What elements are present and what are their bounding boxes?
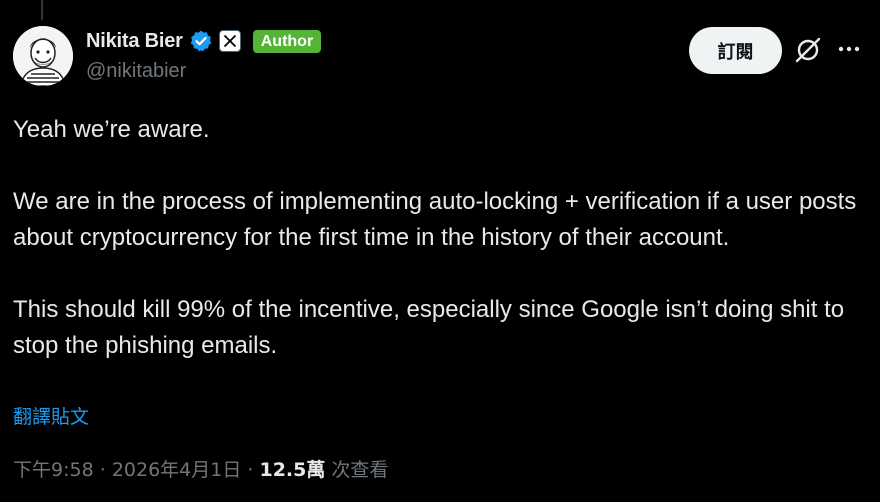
views-label: 次查看 bbox=[331, 459, 389, 481]
tweet-text: Yeah we’re aware. We are in the process … bbox=[13, 112, 863, 364]
tweet-date[interactable]: 2026年4月1日 bbox=[112, 459, 242, 481]
thread-connector-line bbox=[41, 0, 43, 20]
meta-separator: · bbox=[247, 459, 254, 481]
subscribe-button[interactable]: 訂閱 bbox=[689, 27, 782, 74]
grok-icon[interactable] bbox=[794, 36, 822, 64]
author-name-row: Nikita Bier Author bbox=[86, 28, 322, 54]
tweet-time[interactable]: 下午9:58 bbox=[13, 459, 94, 481]
tweet-paragraph: Yeah we’re aware. bbox=[13, 116, 210, 143]
more-icon[interactable] bbox=[836, 36, 862, 62]
verified-badge-icon[interactable] bbox=[189, 29, 213, 53]
translate-post-link[interactable]: 翻譯貼文 bbox=[13, 402, 89, 429]
tweet-meta: 下午9:58 · 2026年4月1日 · 12.5萬 次查看 bbox=[13, 455, 388, 482]
author-badge: Author bbox=[252, 29, 322, 53]
avatar[interactable] bbox=[13, 26, 73, 86]
x-affiliate-icon[interactable] bbox=[218, 30, 241, 52]
tweet-paragraph: We are in the process of implementing au… bbox=[13, 188, 857, 251]
author-handle[interactable]: @nikitabier bbox=[86, 60, 186, 83]
author-display-name[interactable]: Nikita Bier bbox=[86, 30, 183, 53]
tweet-paragraph: This should kill 99% of the incentive, e… bbox=[13, 296, 845, 359]
views-count[interactable]: 12.5萬 bbox=[259, 459, 325, 481]
meta-separator: · bbox=[99, 459, 106, 481]
